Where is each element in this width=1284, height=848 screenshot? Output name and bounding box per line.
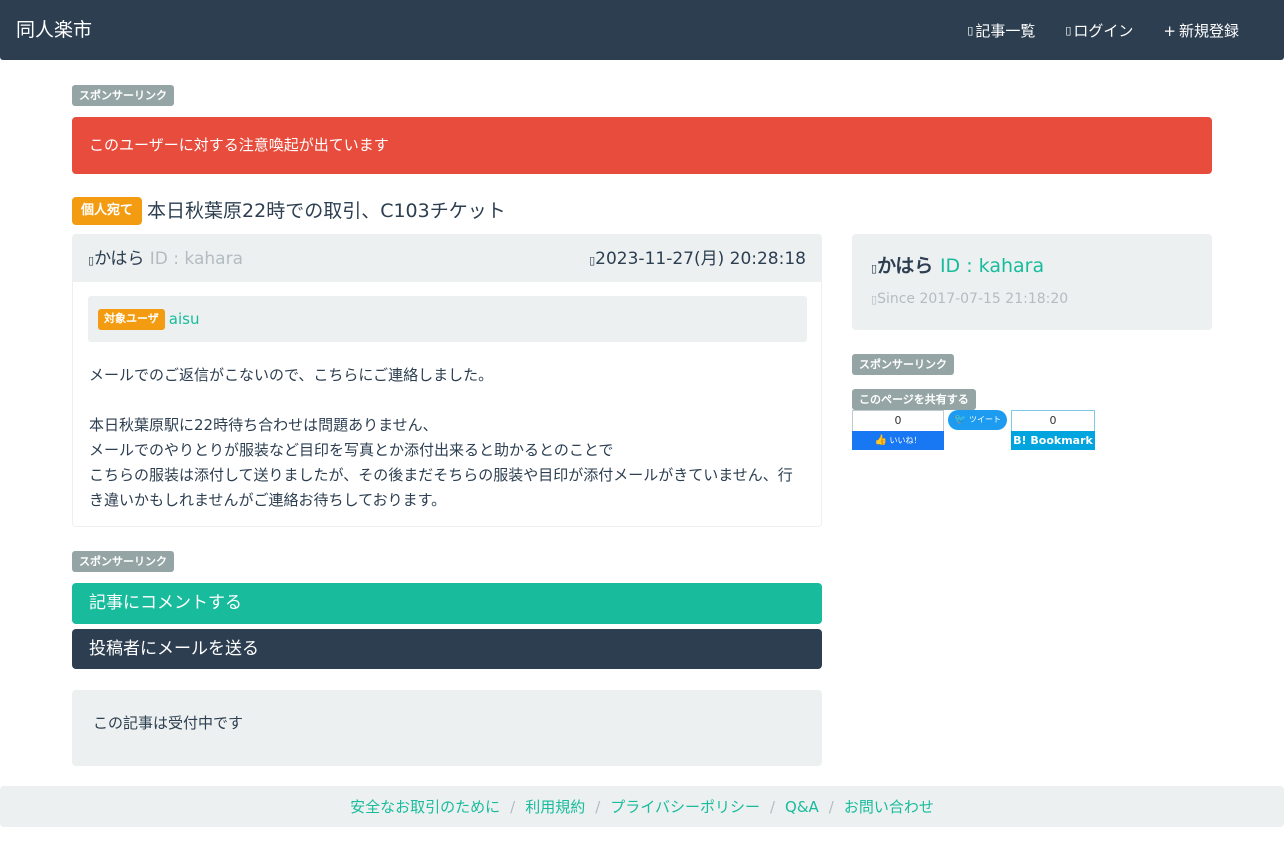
navbar: 同人楽市 ▯ 記事一覧 ▯ ログイン + 新規登録: [0, 0, 1284, 60]
facebook-count: 0: [852, 410, 944, 431]
profile-name[interactable]: ▯かはら ID : kahara: [871, 253, 1044, 282]
footer-link-contact[interactable]: お問い合わせ: [844, 796, 934, 817]
nav-articles-link[interactable]: ▯ 記事一覧: [967, 20, 1035, 42]
profile-id: ID : kahara: [939, 255, 1045, 277]
article-title-row: 個人宛て 本日秋葉原22時での取引、C103チケット: [72, 196, 506, 225]
footer-separator: /: [769, 797, 776, 816]
author-id: ID : kahara: [149, 249, 243, 269]
plus-icon: +: [1163, 22, 1176, 40]
sponsor-label-bottom: スポンサーリンク: [72, 551, 174, 572]
hatena-label: B! Bookmark: [1011, 431, 1095, 450]
article-title: 本日秋葉原22時での取引、C103チケット: [147, 199, 506, 222]
datetime-value: 2023-11-27(月) 20:28:18: [595, 249, 806, 269]
nav-links: ▯ 記事一覧 ▯ ログイン + 新規登録: [937, 20, 1239, 42]
nav-signup-link[interactable]: + 新規登録: [1163, 20, 1239, 42]
comment-button[interactable]: 記事にコメントする: [72, 583, 822, 624]
profile-since: ▯Since 2017-07-15 21:18:20: [871, 290, 1068, 309]
sponsor-label-top: スポンサーリンク: [72, 85, 174, 106]
footer: 安全なお取引のために / 利用規約 / プライバシーポリシー / Q&A / お…: [0, 786, 1284, 827]
article-author[interactable]: ▯かはら ID : kahara: [88, 248, 243, 272]
body-line: 本日秋葉原駅に22時待ち合わせは問題ありません、: [89, 416, 438, 434]
brand-logo[interactable]: 同人楽市: [16, 18, 92, 42]
nav-articles-label: 記事一覧: [975, 22, 1036, 40]
article-body: メールでのご返信がこないので、こちらにご連絡しました。 本日秋葉原駅に22時待ち…: [89, 363, 804, 513]
article-datetime: ▯2023-11-27(月) 20:28:18: [589, 248, 806, 272]
warning-alert: このユーザーに対する注意喚起が出ています: [72, 117, 1212, 174]
footer-separator: /: [828, 797, 834, 816]
hatena-count: 0: [1011, 410, 1095, 431]
target-user-link[interactable]: aisu: [169, 310, 200, 328]
article-card-header: ▯かはら ID : kahara ▯2023-11-27(月) 20:28:18: [73, 235, 821, 282]
target-user-box: 対象ユーザ aisu: [88, 296, 807, 342]
list-icon: ▯: [967, 24, 974, 37]
footer-link-safety[interactable]: 安全なお取引のために: [350, 796, 500, 817]
footer-link-terms[interactable]: 利用規約: [525, 796, 585, 817]
login-icon: ▯: [1065, 24, 1072, 37]
thumbs-up-icon: 👍: [874, 435, 887, 446]
fb-like-text: いいね！: [889, 436, 922, 445]
target-user-badge: 対象ユーザ: [98, 308, 165, 330]
since-text: Since 2017-07-15 21:18:20: [877, 291, 1069, 307]
footer-separator: /: [595, 797, 601, 816]
hatena-bookmark-button[interactable]: 0 B! Bookmark: [1011, 410, 1095, 450]
status-text: この記事は受付中です: [93, 714, 244, 732]
footer-link-qa[interactable]: Q&A: [785, 798, 819, 816]
status-well: この記事は受付中です: [72, 690, 822, 766]
footer-separator: /: [510, 797, 516, 816]
tweet-text: ツイート: [969, 415, 1001, 424]
author-name: かはら: [94, 249, 145, 269]
body-line: メールでのご返信がこないので、こちらにご連絡しました。: [89, 366, 494, 384]
article-card: ▯かはら ID : kahara ▯2023-11-27(月) 20:28:18…: [72, 234, 822, 527]
nav-login-link[interactable]: ▯ ログイン: [1065, 20, 1133, 42]
nav-login-label: ログイン: [1073, 22, 1134, 40]
facebook-like-label: 👍 いいね！: [852, 431, 944, 450]
send-mail-button[interactable]: 投稿者にメールを送る: [72, 629, 822, 669]
article-type-badge: 個人宛て: [72, 196, 143, 225]
footer-link-privacy[interactable]: プライバシーポリシー: [610, 796, 760, 817]
share-label: このページを共有する: [852, 389, 976, 410]
body-line: メールでのやりとりが服装など目印を写真とか添付出来ると助かるとのことで: [89, 441, 614, 459]
facebook-like-button[interactable]: 0 👍 いいね！: [852, 410, 944, 450]
twitter-bird-icon: 🐦: [954, 414, 967, 425]
body-line: [89, 388, 804, 413]
profile-name-text: かはら: [877, 255, 934, 277]
nav-signup-label: 新規登録: [1178, 22, 1239, 40]
sponsor-label-sidebar: スポンサーリンク: [852, 354, 954, 375]
body-line: こちらの服装は添付して送りましたが、その後まだそちらの服装や目印が添付メールがき…: [89, 466, 793, 509]
profile-card: ▯かはら ID : kahara ▯Since 2017-07-15 21:18…: [852, 234, 1212, 330]
tweet-button[interactable]: 🐦 ツイート: [948, 410, 1007, 430]
